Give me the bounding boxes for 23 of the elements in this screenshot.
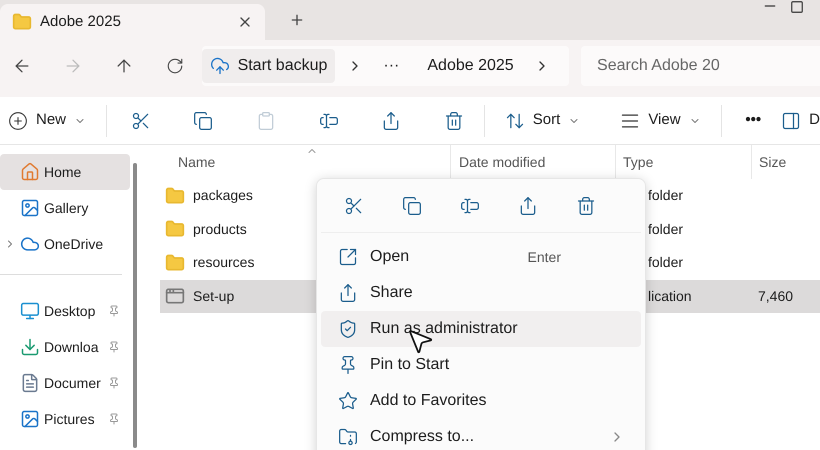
menu-label: Pin to Start: [370, 355, 450, 375]
sidebar-label: Home: [44, 162, 82, 182]
menu-label: Add to Favorites: [370, 391, 486, 411]
file-name: products: [193, 220, 247, 239]
sidebar-label: Documer: [44, 374, 101, 392]
menu-label: Compress to...: [370, 427, 474, 447]
shortcut-text: Enter: [528, 248, 561, 266]
menu-label: Share: [370, 283, 413, 303]
file-size: 7,460: [758, 288, 794, 304]
file-name: packages: [193, 186, 253, 206]
file-type: lication: [648, 288, 692, 304]
sidebar-label: Gallery: [44, 198, 88, 218]
sidebar-label: Desktop: [44, 302, 96, 321]
file-type: folder: [648, 187, 684, 204]
menu-label: Open: [370, 247, 410, 267]
file-type: folder: [648, 220, 684, 237]
tab-title: Adobe 2025: [40, 12, 122, 32]
sidebar-label: Pictures: [44, 410, 95, 428]
file-name: resources: [193, 253, 254, 272]
sidebar-label: OneDrive: [44, 234, 104, 254]
sidebar-label: Downloa: [44, 338, 98, 356]
file-name: Set-up: [193, 286, 234, 306]
file-type: folder: [648, 254, 684, 270]
